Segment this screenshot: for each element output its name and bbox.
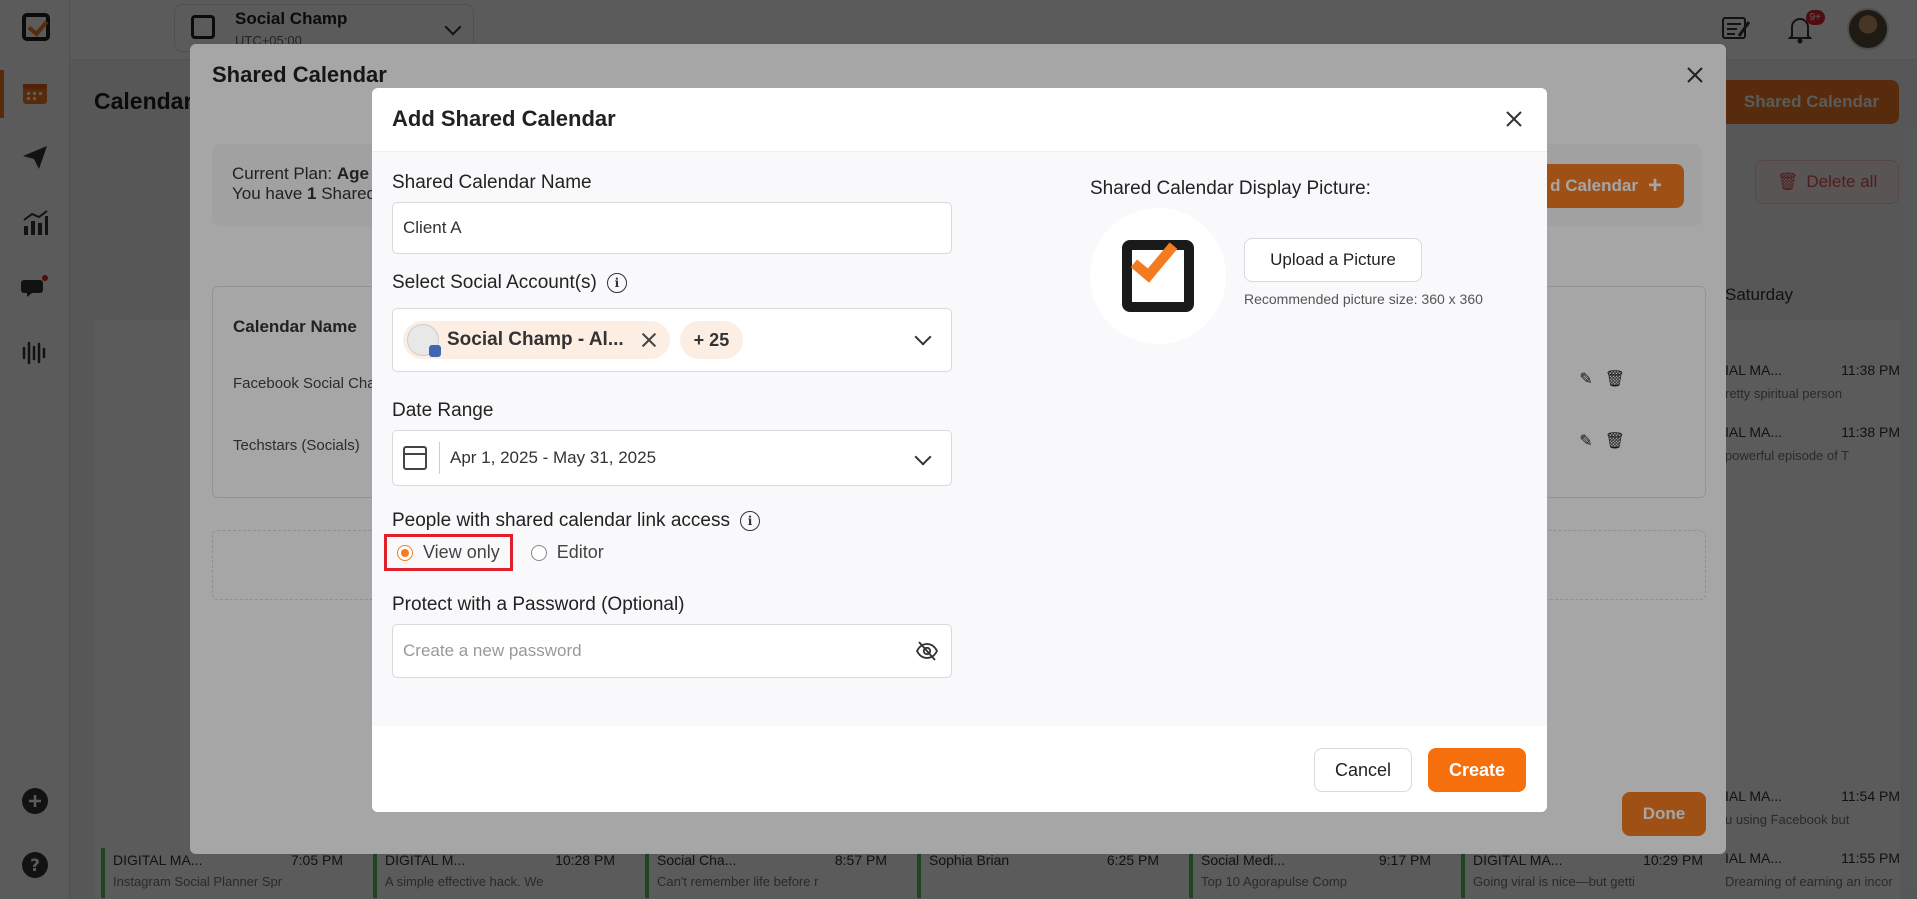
- access-option-editor[interactable]: Editor: [521, 536, 614, 569]
- password-placeholder: Create a new password: [403, 641, 582, 660]
- display-picture-label: Shared Calendar Display Picture:: [1090, 178, 1371, 199]
- add-shared-calendar-modal: Add Shared Calendar Shared Calendar Name…: [372, 88, 1547, 812]
- recommended-size-note: Recommended picture size: 360 x 360: [1244, 291, 1483, 307]
- chevron-down-icon[interactable]: [914, 328, 932, 346]
- access-option-view-only[interactable]: View only: [384, 534, 513, 571]
- account-avatar: [407, 324, 441, 357]
- divider: [439, 442, 440, 474]
- social-champ-logo-icon: [1122, 233, 1194, 312]
- more-accounts-count[interactable]: + 25: [679, 321, 744, 359]
- modal-body: Shared Calendar Name Client A Select Soc…: [372, 152, 1547, 726]
- info-icon[interactable]: i: [739, 511, 760, 531]
- date-range-value: Apr 1, 2025 - May 31, 2025: [450, 448, 657, 467]
- radio-button-selected[interactable]: [397, 544, 413, 561]
- access-label: People with shared calendar link access …: [392, 510, 760, 532]
- calendar-name-value: Client A: [403, 218, 462, 237]
- password-input[interactable]: Create a new password: [392, 624, 952, 678]
- option-label: Editor: [556, 542, 604, 562]
- access-label-text: People with shared calendar link access: [392, 510, 730, 531]
- display-picture: [1090, 208, 1226, 344]
- name-label: Shared Calendar Name: [392, 172, 592, 193]
- chevron-down-icon[interactable]: [914, 448, 932, 466]
- selected-account-chip: Social Champ - Al...: [403, 321, 670, 359]
- social-accounts-select[interactable]: Social Champ - Al... + 25: [392, 308, 952, 372]
- access-radio-group: View only Editor: [384, 534, 614, 571]
- radio-button[interactable]: [530, 544, 547, 561]
- social-accounts-label: Select Social Account(s) i: [392, 272, 627, 294]
- eye-off-icon[interactable]: [915, 639, 939, 663]
- calendar-icon: [403, 446, 427, 470]
- modal-title: Add Shared Calendar: [392, 106, 616, 131]
- cancel-button[interactable]: Cancel: [1314, 748, 1412, 792]
- create-button[interactable]: Create: [1428, 748, 1526, 792]
- modal-header: Add Shared Calendar: [372, 88, 1547, 152]
- calendar-name-input[interactable]: Client A: [392, 202, 952, 254]
- remove-chip-icon[interactable]: [640, 331, 658, 349]
- close-icon[interactable]: [1501, 106, 1527, 132]
- date-range-label: Date Range: [392, 400, 494, 421]
- option-label: View only: [423, 542, 500, 562]
- password-label: Protect with a Password (Optional): [392, 594, 685, 615]
- upload-picture-button[interactable]: Upload a Picture: [1244, 238, 1422, 282]
- social-accounts-label-text: Select Social Account(s): [392, 272, 597, 293]
- info-icon[interactable]: i: [606, 273, 627, 293]
- chip-label: Social Champ - Al...: [447, 329, 624, 350]
- date-range-picker[interactable]: Apr 1, 2025 - May 31, 2025: [392, 430, 952, 486]
